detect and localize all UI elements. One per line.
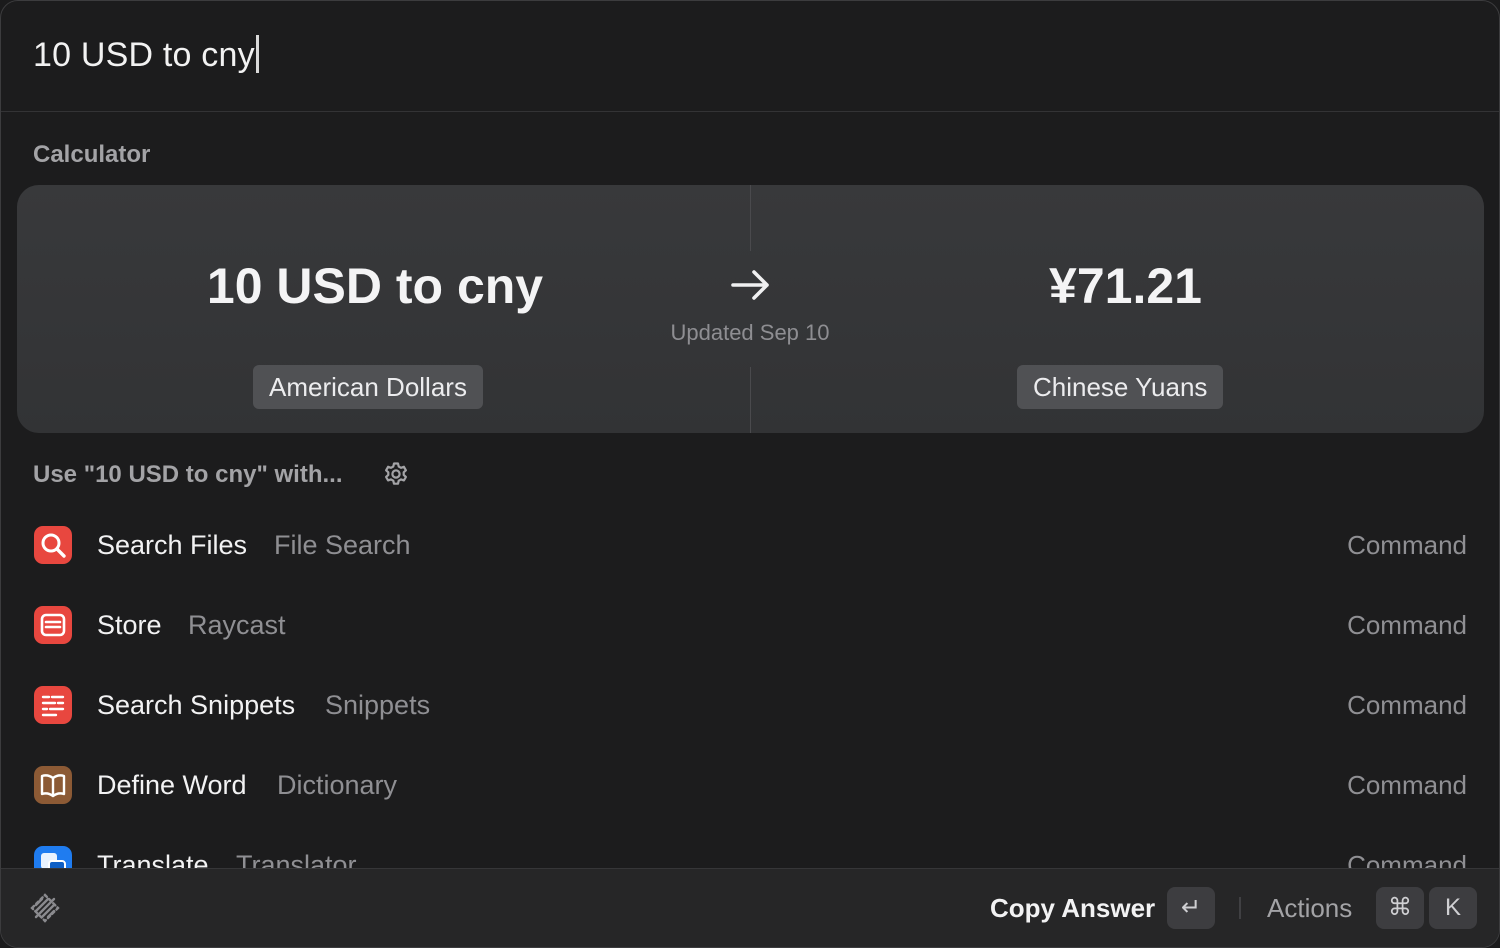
item-subtitle: Dictionary [277, 770, 398, 800]
item-subtitle: Snippets [325, 690, 431, 720]
calculator-expression: 10 USD to cny [206, 258, 544, 314]
calculator-updated-label: Updated Sep 10 [670, 320, 830, 345]
calculator-divider [750, 367, 751, 433]
copy-answer-button[interactable]: Copy Answer [990, 893, 1155, 924]
store-icon [34, 606, 72, 644]
fallback-section-title: Use "10 USD to cny" with... [33, 461, 343, 488]
snippets-icon [34, 686, 72, 724]
gear-icon[interactable] [383, 461, 409, 487]
action-bar: Copy Answer ↵ Actions ⌘ K [1, 868, 1499, 947]
arrow-right-icon [731, 270, 769, 300]
calculator-section-title: Calculator [33, 141, 151, 168]
book-icon [34, 766, 72, 804]
item-type: Command [1347, 850, 1467, 869]
search-bar[interactable]: 10 USD to cny [1, 1, 1499, 112]
fallback-command-list: Search Files File Search Command Store R… [1, 505, 1499, 869]
item-title: Search Snippets [97, 690, 296, 720]
k-key-hint: K [1429, 887, 1477, 929]
from-currency-badge: American Dollars [253, 365, 483, 409]
list-item[interactable]: Search Snippets Snippets Command [1, 665, 1499, 745]
list-item[interactable]: Define Word Dictionary Command [1, 745, 1499, 825]
item-title: Define Word [97, 770, 247, 800]
return-key-hint: ↵ [1167, 887, 1215, 929]
calculator-result: ¥71.21 [1049, 258, 1202, 314]
translate-icon [34, 846, 72, 869]
item-title: Store [97, 610, 162, 640]
command-key-hint: ⌘ [1376, 887, 1424, 929]
list-item[interactable]: Translate Translator Command [1, 825, 1499, 869]
item-subtitle: Translator [236, 850, 357, 869]
actions-button[interactable]: Actions [1267, 893, 1352, 924]
item-type: Command [1347, 690, 1467, 720]
item-subtitle: Raycast [188, 610, 286, 640]
calculator-divider [750, 185, 751, 251]
item-title: Translate [97, 850, 209, 869]
to-currency-badge: Chinese Yuans [1017, 365, 1224, 409]
text-caret [255, 35, 259, 73]
raycast-logo-icon[interactable] [26, 889, 64, 927]
item-type: Command [1347, 530, 1467, 560]
calculator-card[interactable]: 10 USD to cny Updated Sep 10 ¥71.21 Amer… [17, 185, 1484, 433]
item-type: Command [1347, 770, 1467, 800]
search-input[interactable]: 10 USD to cny [33, 35, 259, 75]
list-item[interactable]: Store Raycast Command [1, 585, 1499, 665]
item-subtitle: File Search [274, 530, 411, 560]
list-item[interactable]: Search Files File Search Command [1, 505, 1499, 585]
search-query: 10 USD to cny [33, 36, 255, 74]
magnifier-icon [34, 526, 72, 564]
footer-divider [1239, 897, 1241, 919]
item-type: Command [1347, 610, 1467, 640]
launcher-window: 10 USD to cny Calculator 10 USD to cny U… [0, 0, 1500, 948]
item-title: Search Files [97, 530, 248, 560]
